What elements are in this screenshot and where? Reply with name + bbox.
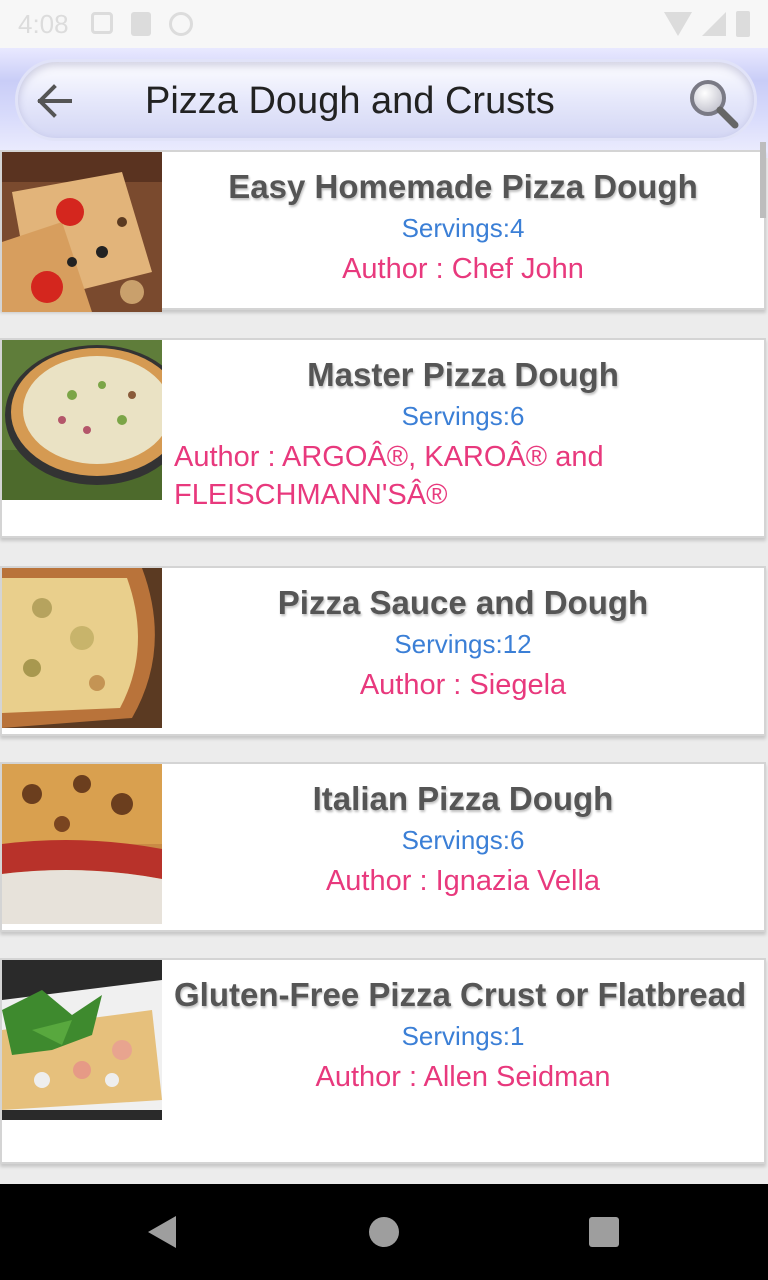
wifi-icon bbox=[664, 12, 692, 36]
recipe-servings: Servings:6 bbox=[401, 825, 525, 855]
status-icons-left bbox=[90, 12, 193, 36]
back-button[interactable] bbox=[30, 76, 80, 126]
recipe-text: Master Pizza Dough Servings:6 Author : A… bbox=[162, 340, 764, 536]
recipe-author: Author : Ignazia Vella bbox=[325, 865, 601, 897]
arrow-left-icon bbox=[37, 84, 72, 118]
battery-icon bbox=[736, 11, 750, 37]
recipe-thumbnail bbox=[2, 340, 162, 500]
scrollbar[interactable] bbox=[760, 142, 766, 218]
sd-card-icon bbox=[130, 12, 151, 36]
recipe-text: Gluten-Free Pizza Crust or Flatbread Ser… bbox=[162, 960, 764, 1162]
recipe-card[interactable]: Gluten-Free Pizza Crust or Flatbread Ser… bbox=[0, 958, 766, 1164]
whole-pizza-photo bbox=[2, 340, 162, 500]
system-nav-bar bbox=[0, 1184, 768, 1280]
status-bar: 4:08 bbox=[0, 0, 768, 48]
recipe-card[interactable]: Pizza Sauce and Dough Servings:12 Author… bbox=[0, 566, 766, 736]
nav-home-icon bbox=[369, 1217, 399, 1247]
nav-back-button[interactable] bbox=[138, 1208, 186, 1256]
recipe-card[interactable]: Italian Pizza Dough Servings:6 Author : … bbox=[0, 762, 766, 932]
nav-home-button[interactable] bbox=[360, 1208, 408, 1256]
recipe-card[interactable]: Master Pizza Dough Servings:6 Author : A… bbox=[0, 338, 766, 538]
search-button[interactable] bbox=[686, 76, 740, 130]
recipe-servings: Servings:1 bbox=[401, 1021, 525, 1051]
nav-recents-icon bbox=[589, 1217, 619, 1247]
status-icons-right bbox=[664, 11, 750, 37]
recipe-author: Author : Siegela bbox=[359, 669, 567, 701]
recipe-text: Easy Homemade Pizza Dough Servings:4 Aut… bbox=[162, 152, 764, 308]
recipe-thumbnail bbox=[2, 764, 162, 924]
recipe-title: Italian Pizza Dough bbox=[312, 780, 614, 817]
nav-recents-button[interactable] bbox=[580, 1208, 628, 1256]
recipe-author: Author : ARGOÂ®, KAROÂ® and FLEISCHMANN'… bbox=[174, 441, 604, 511]
magnifier-icon bbox=[690, 80, 739, 129]
recipe-title: Pizza Sauce and Dough bbox=[277, 584, 649, 621]
dnd-icon bbox=[168, 12, 193, 36]
status-time: 4:08 bbox=[18, 8, 69, 39]
pizza-crust-photo bbox=[2, 568, 162, 728]
recipe-text: Pizza Sauce and Dough Servings:12 Author… bbox=[162, 568, 764, 734]
recipe-servings: Servings:4 bbox=[401, 213, 525, 243]
signal-icon bbox=[702, 12, 726, 36]
app-toolbar: Pizza Dough and Crusts bbox=[0, 48, 768, 158]
recipe-title: Gluten-Free Pizza Crust or Flatbread bbox=[174, 976, 747, 1013]
recipe-author: Author : Chef John bbox=[342, 253, 584, 285]
recipe-text: Italian Pizza Dough Servings:6 Author : … bbox=[162, 764, 764, 930]
recipe-card[interactable]: Easy Homemade Pizza Dough Servings:4 Aut… bbox=[0, 150, 766, 312]
recipe-servings: Servings:6 bbox=[401, 401, 525, 431]
pizza-slices-photo bbox=[2, 152, 162, 312]
recipe-title: Easy Homemade Pizza Dough bbox=[228, 168, 698, 205]
recipe-servings: Servings:12 bbox=[394, 629, 532, 659]
recipe-author: Author : Allen Seidman bbox=[315, 1061, 611, 1093]
recipe-title: Master Pizza Dough bbox=[307, 356, 619, 393]
page-title: Pizza Dough and Crusts bbox=[145, 80, 555, 122]
nav-back-icon bbox=[148, 1216, 176, 1248]
notification-a-icon bbox=[90, 12, 113, 34]
arugula-flatbread-photo bbox=[2, 960, 162, 1120]
recipe-thumbnail bbox=[2, 960, 162, 1120]
cheese-pizza-photo bbox=[2, 764, 162, 924]
recipe-thumbnail bbox=[2, 568, 162, 728]
recipe-thumbnail bbox=[2, 152, 162, 312]
